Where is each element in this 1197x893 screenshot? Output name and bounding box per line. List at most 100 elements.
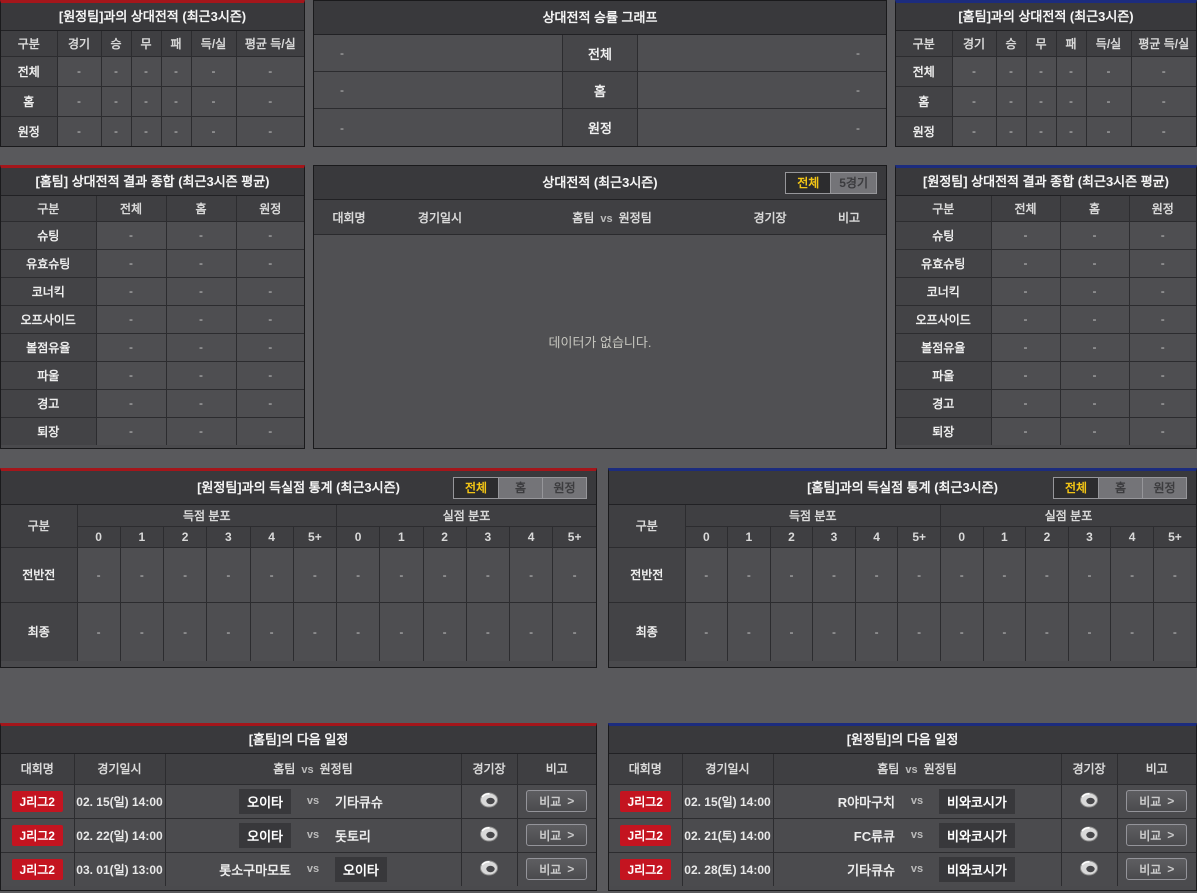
panel-title: [홈팀]과의 득실점 통계 (최근3시즌) 전체 홈 원정 — [609, 471, 1196, 505]
tab-away[interactable]: 원정 — [542, 478, 586, 498]
tab-all[interactable]: 전체 — [1054, 478, 1098, 498]
stat-value: - — [236, 116, 304, 146]
stat-value: - — [380, 602, 423, 661]
compare-button[interactable]: 비교> — [1126, 824, 1187, 846]
bin-header: 2 — [1026, 526, 1069, 547]
stat-value: - — [161, 116, 191, 146]
compare-button[interactable]: 비교> — [1126, 790, 1187, 812]
stadium-icon[interactable] — [479, 860, 499, 879]
graph-right-value: - — [638, 109, 886, 146]
table-row: 원정 - - - - - - — [896, 116, 1196, 146]
bin-header: 3 — [1068, 526, 1111, 547]
table-row: 전반전 ------------ — [1, 547, 596, 602]
stat-value: - — [57, 56, 101, 86]
row-label: 경고 — [896, 389, 991, 417]
tab-group: 전체 홈 원정 — [453, 477, 587, 499]
bin-header: 2 — [164, 526, 207, 547]
home-team-name: 롯소구마모토 — [219, 863, 291, 878]
col-header: 구분 — [1, 505, 77, 547]
row-label: 파울 — [896, 361, 991, 389]
stat-value: - — [380, 547, 423, 602]
league-badge: J리그2 — [620, 791, 671, 812]
row-label: 코너킥 — [1, 277, 96, 305]
league-cell: J리그2 — [1, 784, 74, 818]
vs-label: vs — [895, 795, 939, 807]
tab-home[interactable]: 홈 — [498, 478, 542, 498]
stat-value: - — [96, 277, 166, 305]
home-team-name: FC류큐 — [854, 829, 895, 844]
graph-row: - 원정 - — [314, 109, 886, 146]
table-row: 오프사이드--- — [1, 305, 304, 333]
bin-header: 1 — [120, 526, 163, 547]
stat-value: - — [423, 547, 466, 602]
col-header: 구분 — [896, 196, 991, 221]
stat-value: - — [991, 305, 1060, 333]
stadium-icon[interactable] — [1079, 826, 1099, 845]
stat-value: - — [1086, 116, 1131, 146]
bin-header: 3 — [207, 526, 250, 547]
next-away-table: 대회명 경기일시 홈팀vs원정팀 경기장 비고 J리그2 02. 15(일) 1… — [609, 754, 1196, 886]
stat-value: - — [685, 602, 728, 661]
panel-goals-vs-away: [원정팀]과의 득실점 통계 (최근3시즌) 전체 홈 원정 구분 득점 분포 … — [0, 468, 597, 668]
tab-home[interactable]: 홈 — [1098, 478, 1142, 498]
tab-all[interactable]: 전체 — [454, 478, 498, 498]
col-header-teams: 홈팀vs원정팀 — [773, 754, 1061, 784]
bin-header: 1 — [983, 526, 1026, 547]
table-row: 최종 ------------ — [1, 602, 596, 661]
schedule-row: J리그2 02. 15(일) 14:00 오이타 vs 기타큐슈 비교> — [1, 784, 596, 818]
compare-button[interactable]: 비교> — [1126, 858, 1187, 880]
stadium-icon[interactable] — [1079, 860, 1099, 879]
col-header-note: 비고 — [812, 209, 886, 226]
stat-value: - — [57, 116, 101, 146]
panel-title: 상대전적 (최근3시즌) 전체 5경기 — [314, 166, 886, 200]
league-badge: J리그2 — [620, 825, 671, 846]
col-header: 득/실 — [1086, 31, 1131, 56]
goals-home-table: 구분 득점 분포 실점 분포 012345+ 012345+ 전반전 -----… — [609, 505, 1196, 661]
col-header-teams: 홈팀vs원정팀 — [496, 209, 728, 226]
stat-value: - — [1068, 602, 1111, 661]
row-label: 오프사이드 — [896, 305, 991, 333]
tab-all[interactable]: 전체 — [786, 173, 830, 193]
stat-value: - — [952, 116, 996, 146]
tab-5games[interactable]: 5경기 — [830, 173, 876, 193]
note-cell: 비교> — [1117, 852, 1196, 886]
stat-value: - — [191, 86, 236, 116]
stat-value: - — [1129, 389, 1196, 417]
note-cell: 비교> — [517, 818, 596, 852]
compare-button[interactable]: 비교> — [526, 858, 587, 880]
stat-value: - — [191, 116, 236, 146]
stadium-icon[interactable] — [479, 792, 499, 811]
stat-value: - — [166, 249, 236, 277]
stat-value: - — [236, 333, 304, 361]
bin-header: 5+ — [898, 526, 941, 547]
table-row: 파울--- — [1, 361, 304, 389]
table-row: 코너킥--- — [896, 277, 1196, 305]
home-team-name: 오이타 — [239, 823, 291, 848]
col-header-stadium: 경기장 — [1061, 754, 1117, 784]
compare-button[interactable]: 비교> — [526, 790, 587, 812]
row-label: 볼점유율 — [1, 333, 96, 361]
stadium-icon[interactable] — [479, 826, 499, 845]
table-row: 오프사이드--- — [896, 305, 1196, 333]
graph-row: - 전체 - — [314, 35, 886, 72]
stat-value: - — [96, 389, 166, 417]
stat-value: - — [1111, 602, 1154, 661]
league-badge: J리그2 — [620, 859, 671, 880]
league-cell: J리그2 — [609, 784, 682, 818]
panel-next-away: [원정팀]의 다음 일정 대회명 경기일시 홈팀vs원정팀 경기장 비고 J리그… — [608, 723, 1197, 891]
graph-row-label: 홈 — [562, 72, 638, 108]
away-team-name: 기타큐슈 — [335, 795, 383, 810]
panel-title: [원정팀]과의 득실점 통계 (최근3시즌) 전체 홈 원정 — [1, 471, 596, 505]
stat-value: - — [1026, 56, 1056, 86]
stadium-icon[interactable] — [1079, 792, 1099, 811]
col-header: 원정 — [1129, 196, 1196, 221]
table-row: 유효슈팅--- — [1, 249, 304, 277]
bin-header: 5+ — [1153, 526, 1196, 547]
tab-away[interactable]: 원정 — [1142, 478, 1186, 498]
stat-value: - — [991, 249, 1060, 277]
stat-value: - — [553, 547, 596, 602]
stat-value: - — [1129, 277, 1196, 305]
graph-row-label: 전체 — [562, 35, 638, 71]
note-cell: 비교> — [517, 852, 596, 886]
compare-button[interactable]: 비교> — [526, 824, 587, 846]
